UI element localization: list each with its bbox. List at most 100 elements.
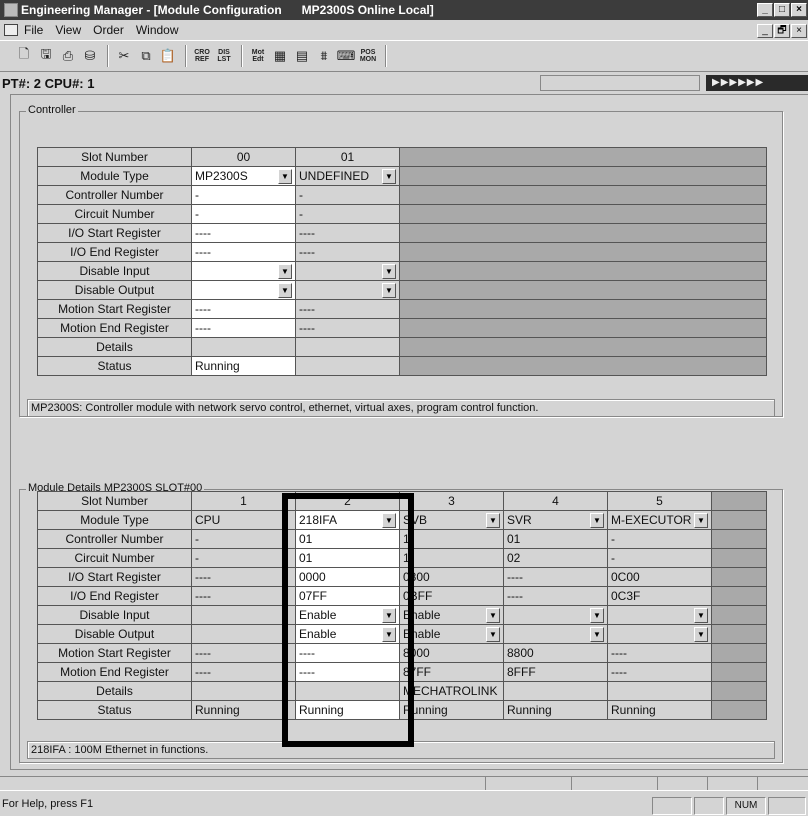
controller-cell[interactable]: ▼ [295,261,400,281]
connect-icon[interactable]: ⛁ [80,46,100,66]
module-cell[interactable]: CPU [191,510,296,530]
motion-edit-icon[interactable]: Mot Edt [248,46,268,66]
controller-cell[interactable] [295,337,400,357]
module-cell[interactable]: 01 [295,548,400,568]
module-cell[interactable]: - [191,548,296,568]
save-icon[interactable]: 🖫 [36,46,56,66]
module-cell[interactable] [607,681,712,701]
module-cell[interactable]: 8000 [399,643,504,663]
monitor-icon[interactable]: ⌨ [336,46,356,66]
module-cell[interactable]: 0C00 [607,567,712,587]
chevron-down-icon[interactable]: ▼ [694,512,708,528]
module-cell[interactable]: 0000 [295,567,400,587]
module-cell[interactable]: Running [607,700,712,720]
module-cell[interactable]: - [607,548,712,568]
controller-cell[interactable] [191,337,296,357]
module-cell[interactable]: SVR ▼ [503,510,608,530]
module-cell[interactable]: 01 [295,529,400,549]
chevron-down-icon[interactable]: ▼ [382,263,396,279]
module-cell[interactable]: ---- [191,567,296,587]
close-button[interactable]: × [791,3,807,17]
menu-order[interactable]: Order [93,23,124,37]
module-cell[interactable]: 02 [503,548,608,568]
print-icon[interactable]: ⎙ [58,46,78,66]
module-cell[interactable] [295,681,400,701]
controller-cell[interactable]: Running [191,356,296,376]
module-cell[interactable]: ---- [503,567,608,587]
menu-view[interactable]: View [55,23,81,37]
controller-cell[interactable]: ▼ [191,261,296,281]
child-close-button[interactable]: × [791,24,807,38]
module-cell[interactable]: ---- [191,662,296,682]
module-cell[interactable]: SVB ▼ [399,510,504,530]
module-cell[interactable]: ---- [503,586,608,606]
module-cell[interactable]: MECHATROLINK [399,681,504,701]
controller-cell[interactable]: MP2300S ▼ [191,166,296,186]
module-cell[interactable]: ▼ [503,624,608,644]
module-cell[interactable]: Enable ▼ [399,624,504,644]
chevron-down-icon[interactable]: ▼ [694,626,708,642]
module-cell[interactable]: - [191,529,296,549]
display-list-icon[interactable]: DIS LST [214,46,234,66]
controller-cell[interactable]: - [191,204,296,224]
table-icon[interactable]: ▦ [270,46,290,66]
controller-cell[interactable]: - [295,185,400,205]
controller-cell[interactable]: ---- [191,223,296,243]
module-cell[interactable]: ▼ [503,605,608,625]
menu-file[interactable]: File [24,23,43,37]
module-cell[interactable]: Running [399,700,504,720]
module-cell[interactable]: M-EXECUTOR ▼ [607,510,712,530]
chevron-down-icon[interactable]: ▼ [486,626,500,642]
chevron-down-icon[interactable]: ▼ [278,282,292,298]
module-cell[interactable] [191,605,296,625]
controller-cell[interactable]: UNDEFINED ▼ [295,166,400,186]
module-cell[interactable]: 8FFF [503,662,608,682]
controller-cell[interactable]: ---- [295,223,400,243]
controller-cell[interactable]: ▼ [191,280,296,300]
position-monitor-icon[interactable]: POS MON [358,46,378,66]
module-cell[interactable]: ---- [191,586,296,606]
chevron-down-icon[interactable]: ▼ [382,282,396,298]
controller-cell[interactable]: ---- [295,299,400,319]
controller-cell[interactable]: - [191,185,296,205]
new-file-icon[interactable]: 🗋 [14,46,34,66]
controller-cell[interactable]: ▼ [295,280,400,300]
module-cell[interactable]: Enable ▼ [295,605,400,625]
chevron-down-icon[interactable]: ▼ [590,512,604,528]
module-cell[interactable]: Running [191,700,296,720]
module-cell[interactable] [191,681,296,701]
module-cell[interactable]: ---- [607,643,712,663]
chevron-down-icon[interactable]: ▼ [278,168,292,184]
module-cell[interactable]: ---- [295,662,400,682]
controller-cell[interactable]: ---- [191,242,296,262]
paste-icon[interactable]: 📋 [158,46,178,66]
cut-icon[interactable]: ✂ [114,46,134,66]
chevron-down-icon[interactable]: ▼ [694,607,708,623]
child-minimize-button[interactable]: _ [757,24,773,38]
module-cell[interactable]: 07FF [295,586,400,606]
module-cell[interactable]: 1 [399,529,504,549]
menu-window[interactable]: Window [136,23,179,37]
minimize-button[interactable]: _ [757,3,773,17]
module-cell[interactable]: 0BFF [399,586,504,606]
module-cell[interactable]: 0800 [399,567,504,587]
controller-cell[interactable]: ---- [191,299,296,319]
module-cell[interactable]: ---- [191,643,296,663]
module-cell[interactable]: ▼ [607,605,712,625]
chevron-down-icon[interactable]: ▼ [382,512,396,528]
table-register-icon[interactable]: ▤ [292,46,312,66]
chevron-down-icon[interactable]: ▼ [486,512,500,528]
module-cell[interactable]: Enable ▼ [399,605,504,625]
module-cell[interactable]: Running [295,700,400,720]
module-cell[interactable]: Enable ▼ [295,624,400,644]
copy-icon[interactable]: ⧉ [136,46,156,66]
module-cell[interactable]: 0C3F [607,586,712,606]
module-cell[interactable] [191,624,296,644]
module-cell[interactable]: Running [503,700,608,720]
module-cell[interactable]: 01 [503,529,608,549]
controller-cell[interactable]: - [295,204,400,224]
controller-cell[interactable]: ---- [191,318,296,338]
chevron-down-icon[interactable]: ▼ [382,168,396,184]
module-cell[interactable]: 8800 [503,643,608,663]
module-cell[interactable]: 87FF [399,662,504,682]
